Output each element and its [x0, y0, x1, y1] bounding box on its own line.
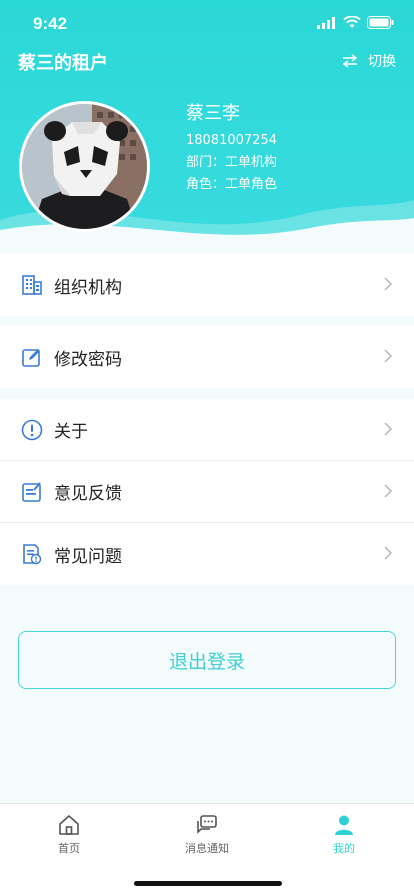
tab-mine-label: 我的: [333, 842, 355, 855]
chevron-right-icon: [384, 277, 392, 291]
menu-label-faq: 常见问题: [54, 546, 122, 567]
home-indicator: [134, 881, 282, 886]
building-icon: [20, 273, 44, 297]
user-role: 角色：工单角色: [186, 177, 278, 192]
info-icon: [20, 418, 44, 442]
avatar[interactable]: [19, 101, 150, 232]
menu-label-about: 关于: [54, 422, 88, 442]
signal-icon: [317, 16, 335, 29]
switch-tenant-button[interactable]: 切换: [342, 51, 396, 71]
chevron-right-icon: [384, 349, 392, 363]
profile-header: 9:42 蔡三的租户 切换 蔡三李 18081007254 部门：工单机构 角色…: [0, 0, 414, 245]
tenant-title: 蔡三的租户: [18, 53, 108, 74]
battery-icon: [367, 16, 394, 29]
status-icons: [317, 16, 394, 29]
user-name: 蔡三李: [186, 103, 240, 124]
menu-item-about[interactable]: 关于: [0, 399, 414, 461]
profile-icon: [335, 815, 353, 835]
tab-mine[interactable]: 我的: [294, 814, 394, 856]
user-department: 部门：工单机构: [186, 155, 278, 170]
menu-label-org: 组织机构: [54, 277, 122, 298]
tab-messages[interactable]: 消息通知: [157, 814, 257, 856]
menu-item-feedback[interactable]: 意见反馈: [0, 461, 414, 523]
chevron-right-icon: [384, 546, 392, 560]
menu-item-password[interactable]: 修改密码: [0, 326, 414, 388]
feedback-icon: [20, 480, 44, 504]
message-icon: [197, 815, 217, 834]
chevron-right-icon: [384, 422, 392, 436]
menu-group-password: 修改密码: [0, 326, 414, 388]
avatar-image: [22, 104, 147, 229]
chevron-right-icon: [384, 484, 392, 498]
menu-group-support: 关于 意见反馈 常见问题: [0, 399, 414, 585]
menu-item-faq[interactable]: 常见问题: [0, 523, 414, 585]
menu-label-feedback: 意见反馈: [54, 484, 122, 504]
tab-home[interactable]: 首页: [19, 814, 119, 856]
status-bar: 9:42: [0, 0, 414, 48]
menu-item-org[interactable]: 组织机构: [0, 254, 414, 316]
tab-home-label: 首页: [58, 842, 80, 855]
faq-document-icon: [20, 542, 44, 566]
edit-icon: [20, 345, 44, 369]
menu-label-password: 修改密码: [54, 349, 122, 370]
swap-icon: [342, 54, 358, 68]
user-info: 蔡三李 18081007254 部门：工单机构 角色：工单角色: [186, 102, 277, 196]
menu-group-org: 组织机构: [0, 254, 414, 316]
switch-label: 切换: [368, 54, 396, 70]
user-phone: 18081007254: [186, 133, 277, 148]
tab-messages-label: 消息通知: [185, 842, 229, 855]
logout-button[interactable]: 退出登录: [18, 631, 396, 689]
wifi-icon: [343, 16, 361, 28]
status-time: 9:42: [33, 14, 68, 33]
home-icon: [59, 815, 79, 835]
